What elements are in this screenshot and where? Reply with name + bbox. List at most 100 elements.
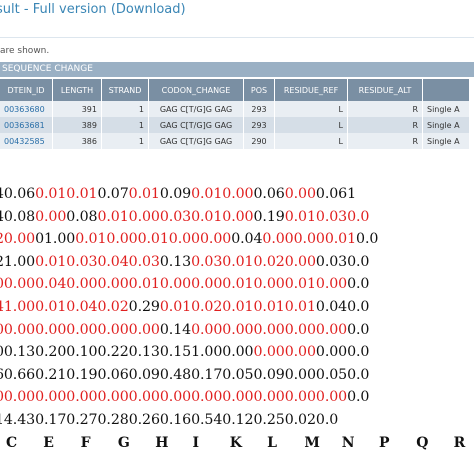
matrix-value: 0.21 <box>35 366 67 383</box>
matrix-value: 0.00 <box>315 321 348 338</box>
matrix-value: 0.06 <box>253 186 285 202</box>
matrix-row: 000.000.000.000.000.000.140.000.000.000.… <box>0 320 369 340</box>
column-header-length[interactable]: LENGTH <box>52 79 102 101</box>
pos-cell: 290 <box>243 133 275 149</box>
matrix-value: 0.00 <box>159 389 192 406</box>
results-panel: sult - Full version (Download) are shown… <box>0 0 474 178</box>
matrix-value: 0.20 <box>35 344 67 361</box>
table-row: 00432585 386 1 GAG C[T/G]G GAG 290 L R S… <box>0 133 470 149</box>
matrix-value: 0.00 <box>35 208 67 225</box>
matrix-value: 0.03 <box>128 253 160 270</box>
matrix-value: 0.00 <box>200 231 232 248</box>
matrix-value: 0.17 <box>191 366 223 383</box>
residue-alt-cell: R <box>347 117 423 133</box>
matrix-value: 0.13 <box>159 253 192 270</box>
matrix-value: 0.01 <box>222 276 254 293</box>
matrix-value: 0.0 <box>347 299 370 315</box>
matrix-value: 0.00 <box>191 276 223 293</box>
amino-acid-label: R <box>453 435 466 451</box>
residue-alt-cell: R <box>347 133 423 149</box>
protein-id-link[interactable]: 00432585 <box>0 133 53 149</box>
matrix-value: 0.07 <box>97 186 129 202</box>
matrix-value: 0.17 <box>35 412 67 428</box>
amino-acid-label: I <box>192 435 200 451</box>
column-header-pos[interactable]: POS <box>243 79 275 101</box>
matrix-value: 0.00 <box>253 321 285 338</box>
matrix-value: 0.01 <box>284 208 316 225</box>
matrix-value: 0.0 <box>347 253 370 270</box>
matrix-value: 1 <box>347 186 357 202</box>
matrix-value: 0.04 <box>315 299 348 315</box>
matrix-value: 0.19 <box>66 366 98 383</box>
full-version-link[interactable]: Full version <box>33 2 107 17</box>
residue-ref-cell: L <box>274 133 348 149</box>
matrix-value: 0.00 <box>222 186 254 202</box>
matrix-value: 0.15 <box>159 344 192 361</box>
matrix-value: 0.10 <box>66 344 98 361</box>
matrix-value: 0.01 <box>191 186 223 202</box>
amino-acid-label: M <box>304 435 320 451</box>
column-header-residue-alt[interactable]: RESIDUE_ALT <box>347 79 423 101</box>
matrix-value: 0.16 <box>159 412 192 428</box>
matrix-value: 0.09 <box>128 366 160 383</box>
protein-id-link[interactable]: 00363680 <box>0 101 53 117</box>
matrix-value: 0.03 <box>315 253 348 270</box>
matrix-value: 20.00 <box>0 231 36 248</box>
divider <box>0 37 474 38</box>
matrix-value: 0.22 <box>97 344 129 361</box>
codon-change-cell: GAG C[T/G]G GAG <box>148 133 244 149</box>
matrix-row: 140.080.000.080.010.000.030.010.000.190.… <box>0 207 369 227</box>
matrix-value: 0.13 <box>128 344 160 361</box>
matrix-value: 0.05 <box>315 366 348 383</box>
codon-change-cell: GAG C[T/G]G GAG <box>148 117 244 133</box>
matrix-value: 0.00 <box>128 208 160 225</box>
amino-acid-label: G <box>117 435 130 451</box>
matrix-value: 0.01 <box>137 231 169 248</box>
column-header-codon-change[interactable]: CODON_CHANGE <box>148 79 244 101</box>
matrix-value: 0.01 <box>284 299 316 315</box>
matrix-value: 01.00 <box>35 231 76 248</box>
table-row: 00363681 389 1 GAG C[T/G]G GAG 293 L R S… <box>0 117 470 133</box>
matrix-value: 0.00 <box>262 231 294 248</box>
matrix-value: 0.02 <box>253 253 285 270</box>
matrix-value: 0.00 <box>284 389 316 406</box>
matrix-value: 0.00 <box>168 231 200 248</box>
column-header-protein-id[interactable]: DTEIN_ID <box>0 79 53 101</box>
matrix-value: 0.00 <box>191 389 223 406</box>
matrix-value: 0.09 <box>159 186 192 202</box>
matrix-value: 0.04 <box>35 276 67 293</box>
strand-cell: 1 <box>101 117 149 133</box>
matrix-value: 0.00 <box>159 276 192 293</box>
matrix-value: 0.0 <box>356 231 379 248</box>
amino-acid-label: F <box>80 435 91 451</box>
matrix-value: 0.00 <box>222 208 254 225</box>
matrix-value: 0.06 <box>97 366 129 383</box>
matrix-value: 00.00 <box>0 389 36 406</box>
protein-id-link[interactable]: 00363681 <box>0 117 53 133</box>
matrix-value: 0.06 <box>315 186 348 202</box>
matrix-row: 021.000.010.030.040.030.130.030.010.020.… <box>0 252 369 272</box>
matrix-value: 0.01 <box>97 208 129 225</box>
title-text: sult - <box>0 2 29 17</box>
column-header-strand[interactable]: STRAND <box>101 79 149 101</box>
matrix-value: 0.12 <box>222 412 254 428</box>
matrix-value: 0.0 <box>347 208 370 225</box>
matrix-value: 00.00 <box>0 321 36 338</box>
amino-acid-label: Q <box>416 435 429 451</box>
strand-cell: 1 <box>101 101 149 117</box>
download-link[interactable]: (Download) <box>111 2 186 17</box>
column-header-residue-ref[interactable]: RESIDUE_REF <box>274 79 348 101</box>
strand-cell: 1 <box>101 133 149 149</box>
matrix-value: 0.01 <box>284 276 316 293</box>
matrix-value: 0.03 <box>66 253 98 270</box>
matrix-value: 0.0 <box>347 344 370 361</box>
section-header: SEQUENCE CHANGE <box>0 62 474 77</box>
matrix-value: 0.01 <box>35 299 67 315</box>
matrix-value: 1.00 <box>191 344 223 361</box>
matrix-value: 0.00 <box>222 344 254 361</box>
probability-matrix: 040.060.010.010.070.010.090.010.000.060.… <box>0 180 474 474</box>
matrix-value: 0.00 <box>106 231 138 248</box>
amino-acid-label: H <box>155 435 169 451</box>
matrix-value: 0.00 <box>284 366 316 383</box>
matrix-value: 0.00 <box>66 321 98 338</box>
